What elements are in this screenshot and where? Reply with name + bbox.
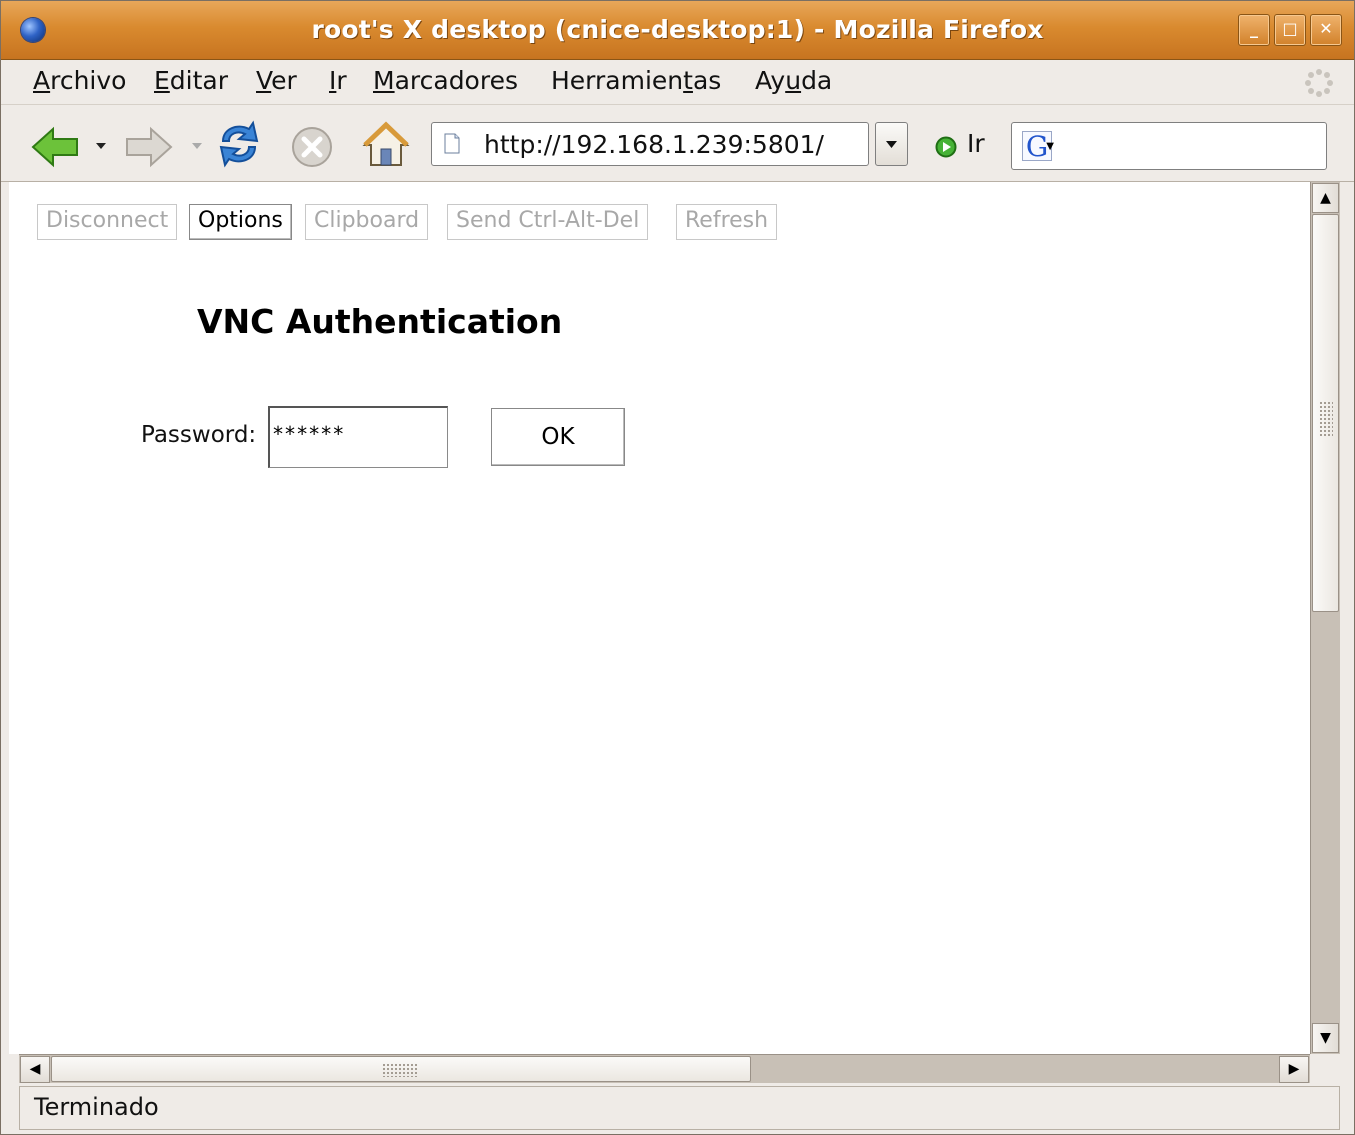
google-search-engine-icon[interactable]: G ▼ — [1022, 130, 1054, 163]
stop-icon[interactable] — [290, 125, 334, 169]
forward-dropdown-icon[interactable] — [191, 142, 203, 150]
vertical-scrollbar[interactable]: ▲ ▼ — [1310, 182, 1340, 1054]
options-button[interactable]: Options — [189, 204, 292, 240]
send-ctrl-alt-del-button[interactable]: Send Ctrl-Alt-Del — [447, 204, 649, 240]
page-content: Disconnect Options Clipboard Send Ctrl-A… — [9, 182, 1310, 1054]
menu-ir[interactable]: Ir — [329, 66, 347, 95]
go-button-label[interactable]: Ir — [967, 129, 985, 158]
horizontal-scroll-thumb[interactable] — [51, 1056, 751, 1082]
maximize-button[interactable]: □ — [1274, 14, 1306, 46]
forward-arrow-icon[interactable] — [125, 125, 173, 169]
browser-window: root's X desktop (cnice-desktop:1) - Moz… — [0, 0, 1355, 1135]
disconnect-button[interactable]: Disconnect — [37, 204, 178, 240]
go-icon[interactable] — [935, 136, 957, 158]
grip-icon — [382, 1063, 418, 1077]
vertical-scroll-thumb[interactable] — [1312, 214, 1339, 612]
engine-dropdown-icon: ▼ — [1046, 141, 1054, 152]
refresh-button[interactable]: Refresh — [676, 204, 778, 240]
status-bar: Terminado — [19, 1086, 1340, 1130]
clipboard-button[interactable]: Clipboard — [305, 204, 429, 240]
menu-bar: Archivo Editar Ver Ir Marcadores Herrami… — [1, 60, 1354, 105]
scroll-right-icon[interactable]: ▶ — [1279, 1056, 1309, 1083]
password-label: Password: — [141, 422, 257, 448]
minimize-button[interactable]: _ — [1238, 14, 1270, 46]
title-bar[interactable]: root's X desktop (cnice-desktop:1) - Moz… — [1, 1, 1354, 60]
home-icon[interactable] — [361, 121, 411, 169]
reload-icon[interactable] — [215, 119, 263, 169]
scroll-up-icon[interactable]: ▲ — [1312, 183, 1339, 213]
menu-ver[interactable]: Ver — [256, 66, 297, 95]
scroll-left-icon[interactable]: ◀ — [20, 1056, 50, 1083]
back-arrow-icon[interactable] — [31, 125, 81, 169]
window-title: root's X desktop (cnice-desktop:1) - Moz… — [311, 15, 1044, 44]
vnc-auth-heading: VNC Authentication — [197, 302, 563, 341]
menu-marcadores[interactable]: Marcadores — [373, 66, 518, 95]
url-text[interactable]: http://192.168.1.239:5801/ — [484, 130, 824, 159]
close-button[interactable]: ✕ — [1310, 14, 1342, 46]
window-controls: _ □ ✕ — [1238, 14, 1342, 46]
url-history-dropdown[interactable] — [875, 122, 908, 166]
search-bar[interactable]: G ▼ — [1011, 122, 1327, 170]
back-dropdown-icon[interactable] — [95, 142, 107, 150]
search-engine-letter: G — [1025, 130, 1049, 163]
menu-ayuda[interactable]: Ayuda — [755, 66, 832, 95]
grip-icon — [1319, 401, 1333, 437]
chevron-down-icon — [886, 141, 897, 148]
scroll-down-icon[interactable]: ▼ — [1312, 1023, 1339, 1053]
horizontal-scrollbar[interactable]: ◀ ▶ — [19, 1054, 1310, 1083]
password-input[interactable]: ****** — [268, 406, 448, 468]
throbber-icon — [1305, 69, 1333, 97]
menu-editar[interactable]: Editar — [154, 66, 228, 95]
status-text: Terminado — [34, 1093, 159, 1121]
scrollbar-corner — [1310, 1054, 1340, 1083]
menu-herramientas[interactable]: Herramientas — [551, 66, 721, 95]
navigation-toolbar: http://192.168.1.239:5801/ Ir G ▼ — [1, 105, 1354, 182]
ok-button[interactable]: OK — [491, 408, 625, 466]
url-bar[interactable]: http://192.168.1.239:5801/ — [431, 122, 869, 166]
page-icon — [444, 133, 460, 154]
menu-archivo[interactable]: Archivo — [33, 66, 126, 95]
